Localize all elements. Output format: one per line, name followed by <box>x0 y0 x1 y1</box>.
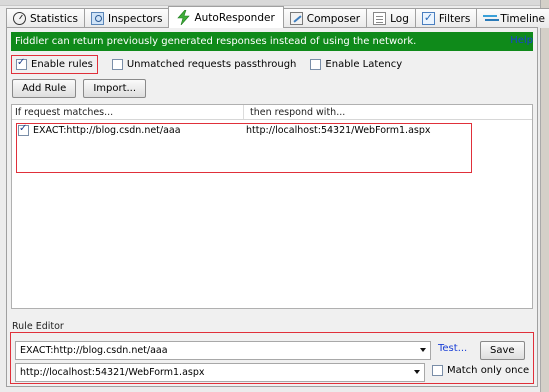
window-scrollbar[interactable] <box>540 0 549 392</box>
tab-inspectors[interactable]: Inspectors <box>84 8 170 28</box>
save-button[interactable]: Save <box>480 341 525 360</box>
tab-label: Log <box>390 12 409 25</box>
import-button[interactable]: Import... <box>83 79 147 98</box>
tab-statistics[interactable]: Statistics <box>6 8 85 28</box>
tab-strip: Statistics Inspectors AutoResponder Comp… <box>6 6 549 28</box>
autoresponder-panel: Fiddler can return previously generated … <box>6 27 538 387</box>
checkbox-empty-icon <box>310 58 322 70</box>
tab-timeline[interactable]: Timeline <box>476 8 549 28</box>
match-input[interactable]: EXACT:http://blog.csdn.net/aaa <box>15 341 431 360</box>
rules-list-header: If request matches... then respond with.… <box>12 105 532 120</box>
log-icon <box>373 12 387 25</box>
action-buttons: Add Rule Import... <box>12 79 147 98</box>
respond-input-value: http://localhost:54321/WebForm1.aspx <box>20 367 205 378</box>
respond-input[interactable]: http://localhost:54321/WebForm1.aspx <box>15 363 425 382</box>
test-link[interactable]: Test... <box>438 343 467 354</box>
rule-editor: EXACT:http://blog.csdn.net/aaa Test... S… <box>10 332 534 384</box>
enable-rules-label: Enable rules <box>31 58 93 70</box>
fiddler-window: Statistics Inspectors AutoResponder Comp… <box>0 0 549 392</box>
tab-composer[interactable]: Composer <box>282 8 368 28</box>
lightning-icon <box>177 10 191 25</box>
chevron-down-icon[interactable] <box>420 348 426 352</box>
info-banner: Fiddler can return previously generated … <box>11 32 533 51</box>
tab-log[interactable]: Log <box>366 8 416 28</box>
tab-label: Filters <box>438 12 471 25</box>
inspector-icon <box>91 12 104 25</box>
unmatched-passthrough-checkbox[interactable]: Unmatched requests passthrough <box>111 58 297 70</box>
add-rule-button[interactable]: Add Rule <box>12 79 77 98</box>
stopwatch-icon <box>13 12 26 25</box>
checkbox-empty-icon <box>432 365 443 376</box>
highlight-box <box>16 123 472 173</box>
tab-label: Statistics <box>30 12 78 25</box>
rules-list[interactable]: If request matches... then respond with.… <box>11 104 533 309</box>
chevron-down-icon[interactable] <box>414 370 420 374</box>
enable-rules-checkbox[interactable]: Enable rules <box>11 54 98 74</box>
composer-icon <box>289 12 303 25</box>
tab-label: Timeline <box>500 12 546 25</box>
tab-label: AutoResponder <box>194 11 275 24</box>
column-header-match[interactable]: If request matches... <box>12 105 244 119</box>
match-only-once-checkbox[interactable]: Match only once <box>432 365 529 376</box>
checkbox-checked-icon <box>16 57 27 70</box>
tab-autoresponder[interactable]: AutoResponder <box>168 6 284 28</box>
tab-label: Composer <box>306 12 361 25</box>
enable-latency-label: Enable Latency <box>325 58 403 70</box>
banner-text: Fiddler can return previously generated … <box>15 36 417 47</box>
options-row: Enable rules Unmatched requests passthro… <box>11 54 416 74</box>
column-header-respond[interactable]: then respond with... <box>244 105 345 119</box>
match-input-value: EXACT:http://blog.csdn.net/aaa <box>20 345 168 356</box>
checkbox-icon <box>421 11 435 25</box>
tab-filters[interactable]: Filters <box>414 8 478 28</box>
enable-latency-checkbox[interactable]: Enable Latency <box>310 58 403 70</box>
tab-label: Inspectors <box>108 12 163 25</box>
timeline-icon <box>483 12 498 25</box>
rule-editor-title: Rule Editor <box>12 321 64 332</box>
checkbox-empty-icon <box>111 58 123 70</box>
unmatched-passthrough-label: Unmatched requests passthrough <box>126 58 297 70</box>
help-link[interactable]: Help <box>510 35 533 46</box>
match-only-once-label: Match only once <box>447 365 530 376</box>
